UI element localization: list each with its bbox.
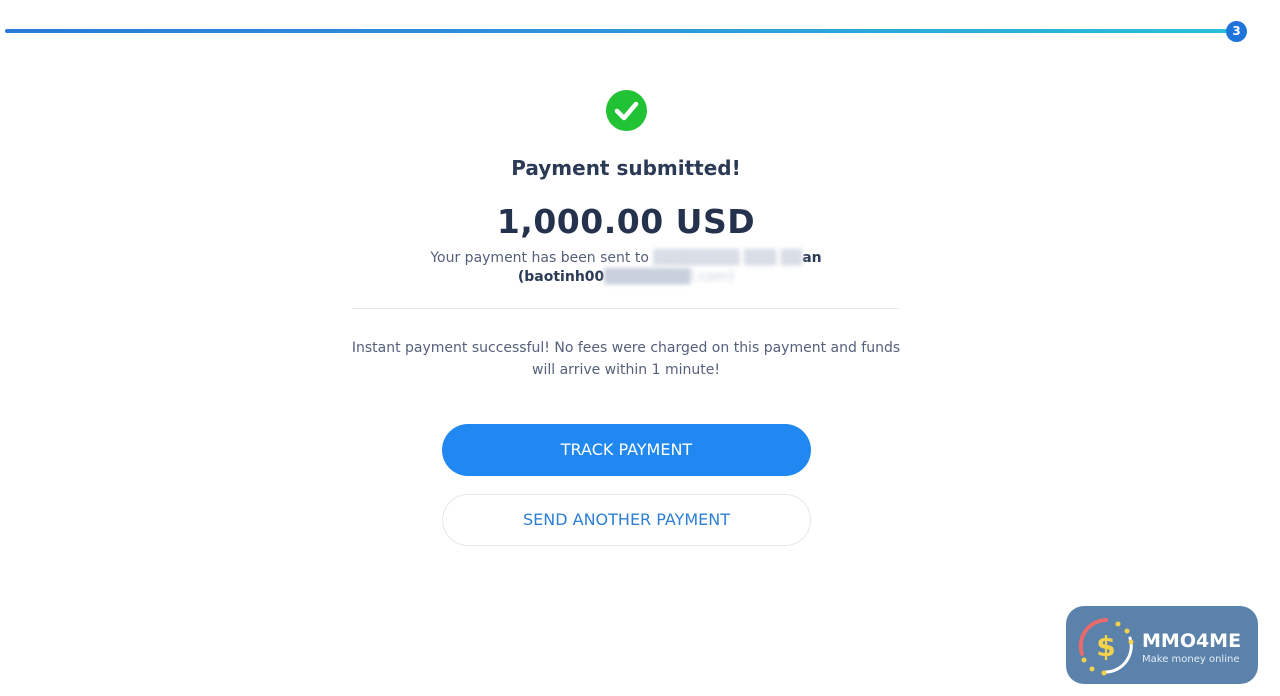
check-circle-icon: [606, 90, 647, 131]
divider: [352, 308, 900, 309]
info-message: Instant payment successful! No fees were…: [351, 340, 901, 378]
payment-amount: 1,000.00 USD: [496, 202, 756, 241]
progress-bar: [5, 29, 1233, 33]
payment-confirmation-page: 3 Payment submitted! 1,000.00 USD Your p…: [0, 0, 1280, 696]
track-payment-button[interactable]: TRACK PAYMENT: [442, 424, 811, 476]
recipient-name-redacted: ████████ ███ ██: [653, 250, 803, 266]
recipient-email: (baotinh00████████l.com): [518, 269, 734, 285]
dollar-symbol: $: [1096, 630, 1115, 663]
recipient-info: Your payment has been sent to ████████ █…: [340, 249, 912, 287]
sent-prefix: Your payment has been sent to: [430, 250, 649, 266]
logo-tagline: Make money online: [1142, 654, 1240, 665]
recipient-email-redacted: ████████: [604, 269, 691, 285]
recipient-email-visible: (baotinh00: [517, 269, 605, 285]
page-title: Payment submitted!: [511, 156, 741, 180]
step-badge: 3: [1226, 21, 1247, 42]
dollar-cycle-icon: $: [1078, 618, 1134, 676]
send-another-payment-button[interactable]: SEND ANOTHER PAYMENT: [442, 494, 811, 546]
recipient-email-tail: l.com): [690, 269, 735, 285]
logo-name: MMO4ME: [1142, 630, 1242, 652]
watermark-logo: $ MMO4ME Make money online: [1066, 606, 1258, 684]
recipient-name-tail: an: [802, 250, 822, 266]
